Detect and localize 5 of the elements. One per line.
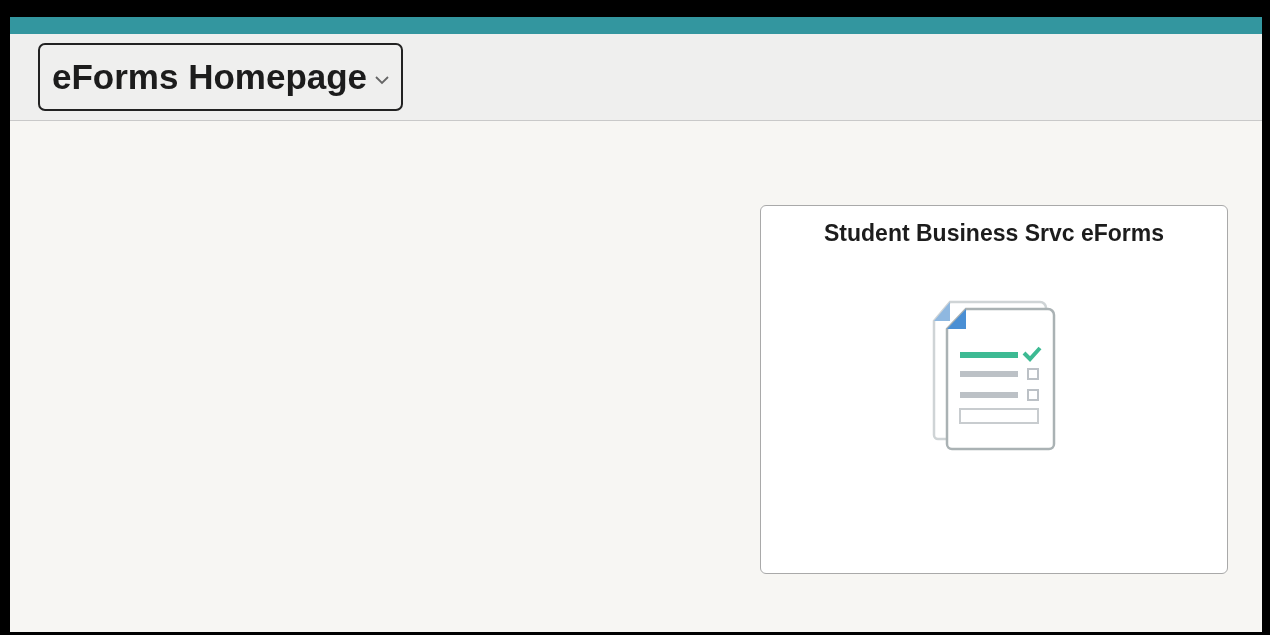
- checklist-document-icon: [932, 299, 1056, 451]
- tile-title: Student Business Srvc eForms: [824, 220, 1164, 247]
- caret-icon: [375, 75, 390, 85]
- tile[interactable]: Student Business Srvc eForms: [760, 205, 1228, 574]
- page-title-dropdown[interactable]: eForms Homepage: [38, 43, 404, 111]
